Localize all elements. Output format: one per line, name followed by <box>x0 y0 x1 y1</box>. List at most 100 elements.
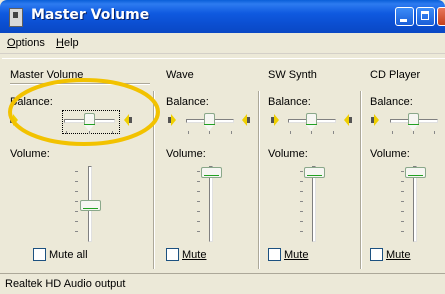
menu-help-mnemonic: H <box>56 37 64 49</box>
menu-options[interactable]: Options <box>7 37 45 49</box>
volume-tick <box>300 201 303 202</box>
volume-slider-thumb-cd-player[interactable] <box>405 167 426 178</box>
balance-tick <box>413 131 414 134</box>
balance-label: Balance: <box>370 96 413 108</box>
balance-tick <box>290 131 291 134</box>
channel-separator <box>360 91 362 269</box>
volume-slider-thumb-sw-synth[interactable] <box>304 167 325 178</box>
right-speaker-icon <box>344 114 353 127</box>
menu-help-rest: elp <box>63 37 79 49</box>
speaker-cone <box>247 117 250 123</box>
volume-tick <box>300 181 303 182</box>
volume-tick <box>300 171 303 172</box>
balance-tick <box>311 131 312 134</box>
volume-tick <box>75 171 78 172</box>
menu-help[interactable]: Help <box>56 37 79 49</box>
volume-tick <box>75 181 78 182</box>
status-bar: Realtek HD Audio output <box>0 273 445 294</box>
mute-all-checkbox[interactable] <box>33 248 46 261</box>
close-button[interactable] <box>437 7 445 26</box>
balance-tick <box>188 131 189 134</box>
volume-label: Volume: <box>10 148 50 160</box>
channel-title-sw-synth: SW Synth <box>268 69 317 81</box>
mute-text: Mute <box>386 249 411 261</box>
channel-title-cd-player: CD Player <box>370 69 421 81</box>
title-bar[interactable]: Master Volume <box>0 0 445 33</box>
balance-tick <box>333 131 334 134</box>
volume-slider-thumb-wave[interactable] <box>201 167 222 178</box>
maximize-button[interactable] <box>416 7 435 26</box>
volume-tick <box>401 211 404 212</box>
volume-tick <box>401 201 404 202</box>
status-text: Realtek HD Audio output <box>5 278 126 290</box>
volume-tick <box>401 191 404 192</box>
minimize-button[interactable] <box>395 7 414 26</box>
thumb-tip <box>408 125 418 131</box>
mute-label-sw-synth[interactable]: Mute <box>284 249 308 261</box>
volume-tick <box>197 221 200 222</box>
volume-tick <box>75 201 78 202</box>
volume-tick <box>197 231 200 232</box>
volume-tick <box>197 191 200 192</box>
mute-label-cd-player[interactable]: Mute <box>386 249 410 261</box>
balance-slider-thumb-sw-synth[interactable] <box>306 113 317 131</box>
volume-tick <box>401 221 404 222</box>
volume-tick <box>300 231 303 232</box>
balance-tick <box>231 131 232 134</box>
balance-label: Balance: <box>166 96 209 108</box>
right-speaker-icon <box>242 114 251 127</box>
mute-text: Mute <box>182 249 207 261</box>
mute-text: Mute <box>284 249 309 261</box>
mute-checkbox-sw-synth[interactable] <box>268 248 281 261</box>
mute-checkbox-wave[interactable] <box>166 248 179 261</box>
channel-separator <box>258 91 260 269</box>
volume-label: Volume: <box>166 148 206 160</box>
volume-tick <box>300 221 303 222</box>
volume-tick <box>401 171 404 172</box>
master-volume-window: Master Volume Options Help Master Volume… <box>0 0 445 294</box>
balance-tick <box>434 131 435 134</box>
window-title: Master Volume <box>31 7 150 23</box>
volume-label: Volume: <box>268 148 308 160</box>
left-speaker-icon <box>271 114 280 127</box>
volume-tick <box>300 191 303 192</box>
thumb-line <box>204 124 215 125</box>
volume-tick <box>401 231 404 232</box>
volume-tick <box>75 211 78 212</box>
mute-label-wave[interactable]: Mute <box>182 249 206 261</box>
balance-slider-thumb-cd-player[interactable] <box>408 113 419 131</box>
volume-tick <box>401 181 404 182</box>
speaker-horn <box>274 114 279 126</box>
volume-tick <box>197 171 200 172</box>
channel-title-wave: Wave <box>166 69 194 81</box>
volume-tick <box>75 191 78 192</box>
volume-tick <box>75 231 78 232</box>
volume-tick <box>75 221 78 222</box>
speaker-cone <box>349 117 352 123</box>
volume-tick <box>197 181 200 182</box>
mute-checkbox-cd-player[interactable] <box>370 248 383 261</box>
balance-tick <box>209 131 210 134</box>
thumb-tip <box>204 125 214 131</box>
thumb-tip <box>306 125 316 131</box>
volume-tick <box>197 201 200 202</box>
highlight-ellipse <box>8 78 160 146</box>
speaker-app-icon <box>9 8 23 27</box>
speaker-horn <box>171 114 176 126</box>
left-speaker-icon <box>371 114 380 127</box>
balance-slider-thumb-wave[interactable] <box>204 113 215 131</box>
speaker-horn <box>374 114 379 126</box>
thumb-line <box>306 124 317 125</box>
mute-all-label[interactable]: Mute all <box>49 249 88 261</box>
menu-bar: Options Help <box>0 33 445 54</box>
balance-label: Balance: <box>268 96 311 108</box>
volume-slider-thumb-master[interactable] <box>80 200 101 211</box>
menu-options-mnemonic: O <box>7 37 16 49</box>
volume-tick <box>300 211 303 212</box>
menu-options-rest: ptions <box>15 37 45 49</box>
balance-tick <box>392 131 393 134</box>
thumb-line <box>408 124 419 125</box>
left-speaker-icon <box>168 114 177 127</box>
volume-tick <box>197 211 200 212</box>
volume-label: Volume: <box>370 148 410 160</box>
